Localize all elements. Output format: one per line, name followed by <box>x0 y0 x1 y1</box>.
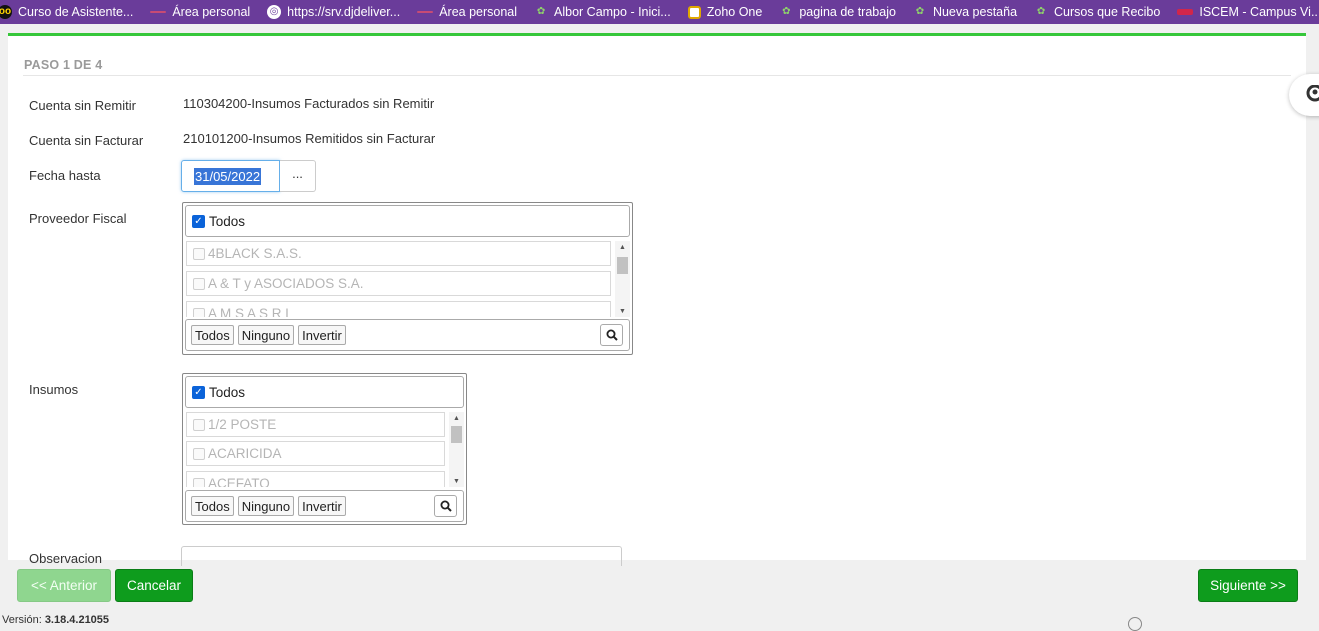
proveedor-fiscal-label: Proveedor Fiscal <box>29 211 127 226</box>
observacion-label: Observacion <box>29 551 102 566</box>
proveedor-actions-bar: Todos Ninguno Invertir <box>185 319 630 351</box>
zoho-icon <box>687 5 701 19</box>
list-item[interactable]: 1/2 POSTE <box>186 412 445 437</box>
bookmark-iscem[interactable]: ISCEM - Campus Vi... <box>1177 5 1319 19</box>
list-item[interactable]: 4BLACK S.A.S. <box>186 241 611 266</box>
previous-button[interactable]: << Anterior <box>17 569 111 602</box>
scroll-thumb[interactable] <box>617 257 628 274</box>
sprout-icon: ✿ <box>536 6 546 17</box>
fecha-hasta-input[interactable]: 31/05/2022 <box>181 160 280 192</box>
checkbox-icon <box>193 447 205 460</box>
sprout-icon: ✿ <box>915 6 925 17</box>
proveedor-invert-button[interactable]: Invertir <box>298 325 346 345</box>
bookmarks-bar: oo Curso de Asistente... Área personal ◎ h… <box>0 0 1319 24</box>
wizard-panel: PASO 1 DE 4 Cuenta sin Remitir 110304200… <box>8 33 1306 566</box>
bookmark-cursos-recibo[interactable]: ✿ Cursos que Recibo <box>1034 5 1161 19</box>
cuenta-sin-remitir-value: 110304200-Insumos Facturados sin Remitir <box>183 96 435 111</box>
insumos-label: Insumos <box>29 382 79 397</box>
checkbox-checked-icon: ✓ <box>192 214 205 228</box>
proveedor-select-all-button[interactable]: Todos <box>191 325 234 345</box>
checkbox-icon <box>193 307 205 317</box>
step-title: PASO 1 DE 4 <box>24 58 103 72</box>
owl-icon: oo <box>0 5 12 19</box>
insumos-actions-bar: Todos Ninguno Invertir <box>185 490 464 522</box>
sprout-icon: ✿ <box>782 6 791 17</box>
fecha-hasta-label: Fecha hasta <box>29 168 101 183</box>
insumos-invert-button[interactable]: Invertir <box>298 496 346 516</box>
bookmark-area-personal-2[interactable]: Área personal <box>417 5 517 19</box>
checkbox-icon <box>193 418 205 431</box>
insumos-todos-checkbox[interactable]: ✓ Todos <box>185 376 464 408</box>
bookmark-albor-campo[interactable]: ✿ Albor Campo - Inici... <box>534 5 671 19</box>
insumos-scrollbar[interactable]: ▲ ▼ <box>449 412 464 487</box>
iscem-icon <box>1177 9 1194 15</box>
sprout-icon: ✿ <box>1036 6 1046 17</box>
bookmark-zoho-one[interactable]: Zoho One <box>687 5 762 19</box>
bookmark-nueva-pestana[interactable]: ✿ Nueva pestaña <box>913 5 1017 19</box>
bookmark-srv-djdeliver[interactable]: ◎ https://srv.djdeliver... <box>267 5 400 19</box>
list-item[interactable]: ACEFATO <box>186 471 445 487</box>
search-icon <box>606 329 618 341</box>
proveedor-list[interactable]: 4BLACK S.A.S. A & T y ASOCIADOS S.A. A M… <box>186 241 630 317</box>
cuenta-sin-remitir-label: Cuenta sin Remitir <box>29 98 136 113</box>
checkbox-checked-icon: ✓ <box>192 385 205 399</box>
search-icon <box>440 500 452 512</box>
bookmark-curso-asistente[interactable]: oo Curso de Asistente... <box>0 5 133 19</box>
list-item[interactable]: A & T y ASOCIADOS S.A. <box>186 271 611 296</box>
globe-icon: ◎ <box>267 5 282 19</box>
user-icon <box>1306 85 1319 102</box>
insumos-select-all-button[interactable]: Todos <box>191 496 234 516</box>
scroll-up-icon[interactable]: ▲ <box>615 241 630 253</box>
list-item[interactable]: A M S A S R L <box>186 301 611 317</box>
step-divider <box>23 75 1291 76</box>
bookmark-area-personal-1[interactable]: Área personal <box>150 5 250 19</box>
scroll-thumb[interactable] <box>451 426 462 443</box>
fecha-hasta-field: 31/05/2022 ... <box>181 160 316 192</box>
checkbox-icon <box>193 477 205 487</box>
date-picker-button[interactable]: ... <box>280 160 316 192</box>
line-icon <box>150 11 167 13</box>
checkbox-icon <box>193 247 205 260</box>
proveedor-fiscal-multiselect: ✓ Todos 4BLACK S.A.S. A & T y ASOCIADOS S… <box>182 202 633 355</box>
next-button[interactable]: Siguiente >> <box>1198 569 1298 602</box>
proveedor-search-button[interactable] <box>600 324 623 346</box>
scroll-up-icon[interactable]: ▲ <box>449 412 464 424</box>
checkbox-icon <box>193 277 205 290</box>
proveedor-select-none-button[interactable]: Ninguno <box>237 325 295 345</box>
cuenta-sin-facturar-label: Cuenta sin Facturar <box>29 133 144 148</box>
version-info: Versión: 3.18.4.21055 <box>2 614 110 626</box>
insumos-multiselect: ✓ Todos 1/2 POSTE ACARICIDA ACEFATO ▲ ▼ T… <box>182 373 467 525</box>
list-item[interactable]: ACARICIDA <box>186 441 445 466</box>
line-icon <box>417 11 434 13</box>
insumos-search-button[interactable] <box>434 495 457 517</box>
proveedor-scrollbar[interactable]: ▲ ▼ <box>615 241 630 317</box>
cuenta-sin-facturar-value: 210101200-Insumos Remitidos sin Facturar <box>183 131 436 146</box>
cancel-button[interactable]: Cancelar <box>115 569 193 602</box>
scroll-down-icon[interactable]: ▼ <box>449 475 464 487</box>
status-circle-icon <box>1128 617 1142 631</box>
insumos-select-none-button[interactable]: Ninguno <box>237 496 295 516</box>
bookmark-pagina-trabajo[interactable]: ✿ pagina de trabajo <box>779 5 896 19</box>
proveedor-todos-checkbox[interactable]: ✓ Todos <box>185 205 630 237</box>
insumos-list[interactable]: 1/2 POSTE ACARICIDA ACEFATO <box>186 412 464 487</box>
observacion-input[interactable] <box>181 546 622 566</box>
scroll-down-icon[interactable]: ▼ <box>615 305 630 317</box>
